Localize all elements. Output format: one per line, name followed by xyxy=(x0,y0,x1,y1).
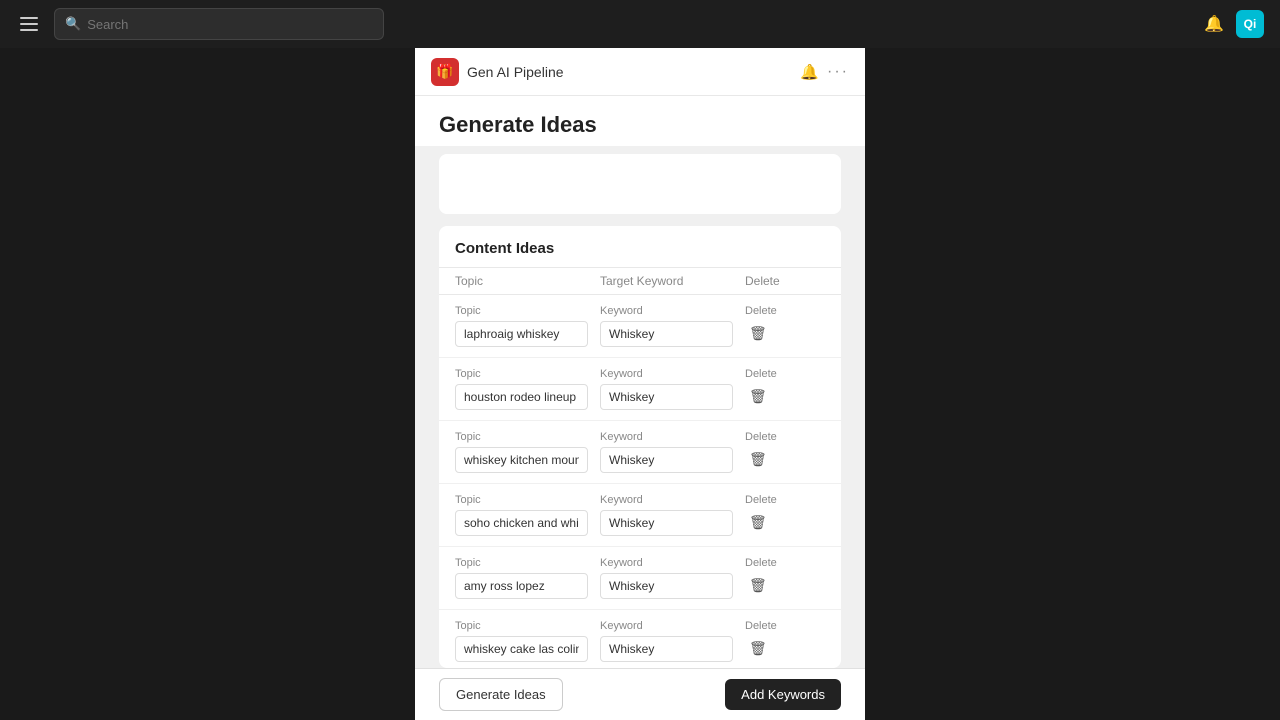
table-row: Topic Keyword Delete 🗑 xyxy=(439,358,841,421)
avatar: Qi xyxy=(1236,10,1264,38)
top-navigation: 🔍 🔔 Qi xyxy=(0,0,1280,48)
keyword-field-col: Keyword xyxy=(600,305,745,347)
topic-label: Topic xyxy=(455,494,588,506)
topic-label: Topic xyxy=(455,557,588,569)
keyword-label: Keyword xyxy=(600,620,733,632)
page-header: 🎁 Gen AI Pipeline 🔔 ··· xyxy=(415,48,865,96)
delete-label: Delete xyxy=(745,494,777,506)
keyword-field-col: Keyword xyxy=(600,494,745,536)
table-row: Topic Keyword Delete 🗑 xyxy=(439,484,841,547)
trash-icon: 🗑 xyxy=(749,577,767,594)
keyword-label: Keyword xyxy=(600,305,733,317)
app-title-label: Gen AI Pipeline xyxy=(467,64,564,80)
keyword-label: Keyword xyxy=(600,431,733,443)
content-ideas-title: Content Ideas xyxy=(439,226,841,267)
trash-icon: 🗑 xyxy=(749,325,767,342)
content-wrapper: Content Ideas Topic Target Keyword Delet… xyxy=(415,146,865,668)
col-header-topic: Topic xyxy=(455,274,600,288)
topic-field-col: Topic xyxy=(455,368,600,410)
delete-row-button[interactable]: 🗑 xyxy=(745,321,771,346)
delete-label: Delete xyxy=(745,431,777,443)
delete-row-button[interactable]: 🗑 xyxy=(745,447,771,472)
delete-col: Delete 🗑 xyxy=(745,305,825,346)
delete-col: Delete 🗑 xyxy=(745,620,825,661)
nav-right-actions: 🔔 Qi xyxy=(1200,10,1264,38)
table-row: Topic Keyword Delete 🗑 xyxy=(439,610,841,668)
delete-col: Delete 🗑 xyxy=(745,494,825,535)
table-row: Topic Keyword Delete 🗑 xyxy=(439,295,841,358)
search-icon: 🔍 xyxy=(65,16,81,32)
keyword-field-col: Keyword xyxy=(600,431,745,473)
add-keywords-button[interactable]: Add Keywords xyxy=(725,679,841,710)
trash-icon: 🗑 xyxy=(749,451,767,468)
trash-icon: 🗑 xyxy=(749,388,767,405)
page-header-right: 🔔 ··· xyxy=(800,63,849,81)
generate-ideas-button[interactable]: Generate Ideas xyxy=(439,678,563,711)
topic-label: Topic xyxy=(455,305,588,317)
keyword-input[interactable] xyxy=(600,321,733,347)
keyword-input[interactable] xyxy=(600,636,733,662)
delete-row-button[interactable]: 🗑 xyxy=(745,573,771,598)
keyword-label: Keyword xyxy=(600,368,733,380)
delete-label: Delete xyxy=(745,305,777,317)
keyword-input[interactable] xyxy=(600,447,733,473)
app-icon: 🎁 xyxy=(431,58,459,86)
delete-label: Delete xyxy=(745,620,777,632)
keyword-input[interactable] xyxy=(600,510,733,536)
delete-col: Delete 🗑 xyxy=(745,557,825,598)
topic-input[interactable] xyxy=(455,510,588,536)
delete-row-button[interactable]: 🗑 xyxy=(745,636,771,661)
topic-input[interactable] xyxy=(455,636,588,662)
keyword-input[interactable] xyxy=(600,573,733,599)
page-title-area: Generate Ideas xyxy=(415,96,865,146)
top-card-blur xyxy=(439,154,841,214)
search-bar: 🔍 xyxy=(54,8,384,40)
delete-col: Delete 🗑 xyxy=(745,431,825,472)
keyword-input[interactable] xyxy=(600,384,733,410)
top-card xyxy=(439,154,841,214)
trash-icon: 🗑 xyxy=(749,514,767,531)
keyword-field-col: Keyword xyxy=(600,368,745,410)
col-header-delete: Delete xyxy=(745,274,825,288)
topic-label: Topic xyxy=(455,620,588,632)
topic-input[interactable] xyxy=(455,447,588,473)
table-row: Topic Keyword Delete 🗑 xyxy=(439,421,841,484)
keyword-field-col: Keyword xyxy=(600,620,745,662)
topic-label: Topic xyxy=(455,431,588,443)
page-title: Generate Ideas xyxy=(439,112,841,138)
topic-field-col: Topic xyxy=(455,494,600,536)
hamburger-menu-button[interactable] xyxy=(16,13,42,35)
delete-label: Delete xyxy=(745,557,777,569)
search-input[interactable] xyxy=(87,17,373,32)
topic-input[interactable] xyxy=(455,384,588,410)
keyword-label: Keyword xyxy=(600,557,733,569)
keyword-label: Keyword xyxy=(600,494,733,506)
bottom-bar: Generate Ideas Add Keywords xyxy=(415,668,865,720)
table-header: Topic Target Keyword Delete xyxy=(439,267,841,295)
topic-input[interactable] xyxy=(455,321,588,347)
topic-field-col: Topic xyxy=(455,620,600,662)
delete-col: Delete 🗑 xyxy=(745,368,825,409)
page-bell-button[interactable]: 🔔 xyxy=(800,63,819,81)
trash-icon: 🗑 xyxy=(749,640,767,657)
keyword-field-col: Keyword xyxy=(600,557,745,599)
delete-label: Delete xyxy=(745,368,777,380)
topic-field-col: Topic xyxy=(455,305,600,347)
col-header-keyword: Target Keyword xyxy=(600,274,745,288)
table-body: Topic Keyword Delete 🗑 Topic Keyword xyxy=(439,295,841,668)
page-header-left: 🎁 Gen AI Pipeline xyxy=(431,58,564,86)
table-row: Topic Keyword Delete 🗑 xyxy=(439,547,841,610)
topic-input[interactable] xyxy=(455,573,588,599)
topic-field-col: Topic xyxy=(455,557,600,599)
page-more-button[interactable]: ··· xyxy=(827,63,849,81)
topic-field-col: Topic xyxy=(455,431,600,473)
delete-row-button[interactable]: 🗑 xyxy=(745,510,771,535)
delete-row-button[interactable]: 🗑 xyxy=(745,384,771,409)
notification-bell-button[interactable]: 🔔 xyxy=(1200,10,1228,38)
content-ideas-card: Content Ideas Topic Target Keyword Delet… xyxy=(439,226,841,668)
topic-label: Topic xyxy=(455,368,588,380)
